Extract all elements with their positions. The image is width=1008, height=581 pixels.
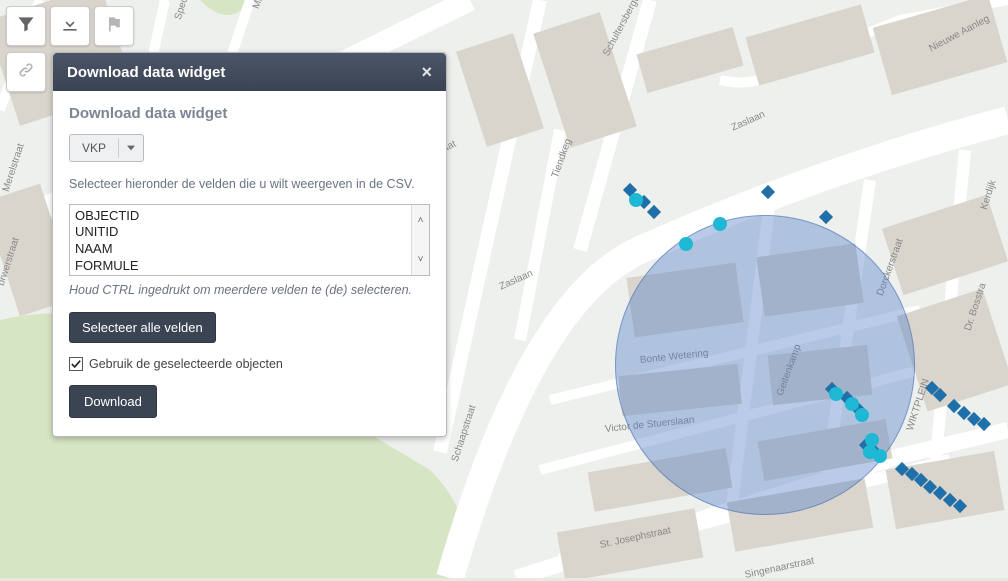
funnel-icon	[16, 14, 36, 39]
download-icon	[60, 14, 80, 39]
use-selection-checkbox[interactable]	[69, 357, 83, 371]
field-list[interactable]: OBJECTIDUNITIDNAAMFORMULE ˄ ˅	[69, 204, 430, 276]
chevron-down-icon	[118, 138, 143, 158]
check-icon	[71, 359, 81, 369]
marker-dot[interactable]	[855, 408, 869, 422]
download-tool-button[interactable]	[50, 6, 90, 46]
marker-dot[interactable]	[873, 449, 887, 463]
chain-icon	[16, 60, 36, 85]
marker-dot[interactable]	[829, 387, 843, 401]
flag-icon	[104, 14, 124, 39]
field-option[interactable]: NAAM	[73, 241, 423, 258]
ctrl-hint: Houd CTRL ingedrukt om meerdere velden t…	[69, 282, 430, 299]
toolbar-secondary	[6, 52, 46, 92]
close-icon[interactable]: ×	[421, 63, 432, 81]
extra-tool-button[interactable]	[94, 6, 134, 46]
field-option[interactable]: FORMULE	[73, 258, 423, 274]
marker-dot[interactable]	[679, 237, 693, 251]
layer-selected: VKP	[70, 135, 118, 161]
scrollbar[interactable]: ˄ ˅	[411, 205, 429, 275]
filter-button[interactable]	[6, 6, 46, 46]
scroll-down-icon[interactable]: ˅	[418, 254, 424, 265]
field-option[interactable]: OBJECTID	[73, 208, 423, 225]
widget-header[interactable]: Download data widget ×	[53, 53, 446, 91]
use-selection-label: Gebruik de geselecteerde objecten	[89, 357, 283, 371]
marker-dot[interactable]	[629, 193, 643, 207]
section-title: Download data widget	[69, 105, 430, 122]
link-button[interactable]	[6, 52, 46, 92]
widget-title: Download data widget	[67, 64, 225, 81]
select-all-button[interactable]: Selecteer alle velden	[69, 312, 216, 343]
selection-circle	[615, 215, 915, 515]
marker-dot[interactable]	[713, 217, 727, 231]
download-widget: Download data widget × Download data wid…	[52, 52, 447, 437]
scroll-up-icon[interactable]: ˄	[418, 215, 424, 226]
field-option[interactable]: UNITID	[73, 224, 423, 241]
download-button[interactable]: Download	[69, 385, 157, 418]
layer-dropdown[interactable]: VKP	[69, 134, 144, 162]
field-instruction: Selecteer hieronder de velden die u wilt…	[69, 176, 430, 194]
toolbar	[6, 6, 134, 46]
